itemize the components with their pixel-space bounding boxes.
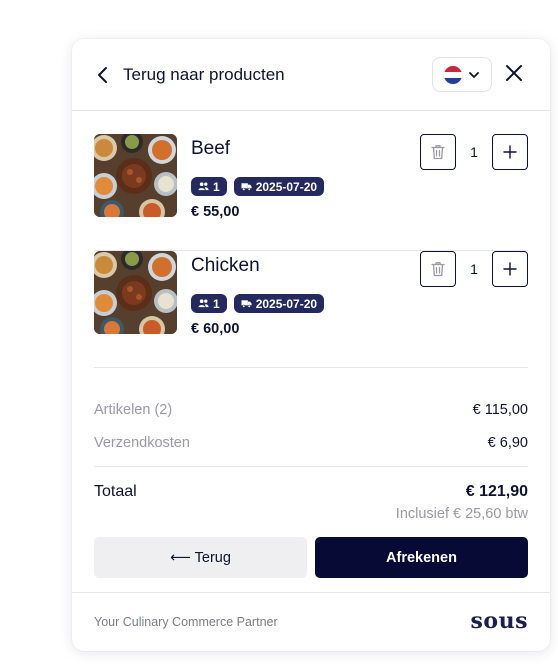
language-select[interactable] [432, 57, 492, 92]
quantity-value: 1 [470, 144, 478, 160]
items-subtotal-label: Artikelen (2) [94, 402, 173, 418]
product-badges: 1 2025-07-20 [191, 177, 325, 196]
people-count: 1 [213, 296, 220, 311]
increase-quantity-button[interactable] [492, 134, 528, 170]
items-subtotal-row: Artikelen (2) € 115,00 [94, 402, 528, 418]
truck-icon [241, 300, 252, 308]
people-icon [198, 182, 209, 191]
checkout-button[interactable]: Afrekenen [315, 537, 528, 578]
cart-footer: Your Culinary Commerce Partner sous [72, 592, 550, 651]
cart-panel: Terug naar producten Beef 1 2025-07-20 €… [72, 39, 550, 651]
delivery-date: 2025-07-20 [255, 296, 318, 311]
back-to-products-label: Terug naar producten [123, 65, 285, 84]
product-price: € 60,00 [191, 321, 240, 337]
people-badge: 1 [191, 177, 227, 196]
plus-icon [503, 262, 517, 276]
product-name: Chicken [191, 255, 260, 276]
summary-divider [94, 466, 528, 467]
quantity-value: 1 [470, 261, 478, 277]
sous-logo: sous [470, 608, 528, 634]
vat-note: Inclusief € 25,60 btw [395, 506, 528, 522]
netherlands-flag-icon [444, 65, 462, 84]
people-count: 1 [213, 179, 220, 194]
shipping-value: € 6,90 [487, 435, 528, 451]
people-badge: 1 [191, 294, 227, 313]
cart-item: Beef 1 2025-07-20 € 55,00 1 [94, 134, 528, 251]
product-image [94, 251, 177, 334]
total-label: Totaal [94, 483, 137, 500]
close-icon [506, 65, 522, 81]
footer-tagline: Your Culinary Commerce Partner [94, 615, 278, 629]
close-button[interactable] [504, 63, 524, 83]
delivery-date-badge: 2025-07-20 [233, 294, 325, 313]
remove-item-button[interactable] [420, 251, 456, 287]
shipping-row: Verzendkosten € 6,90 [94, 435, 528, 451]
chevron-down-icon [468, 69, 480, 81]
truck-icon [241, 183, 252, 191]
people-icon [198, 299, 209, 308]
cart-item: Chicken 1 2025-07-20 € 60,00 1 [94, 251, 528, 368]
product-badges: 1 2025-07-20 [191, 294, 325, 313]
trash-icon [431, 262, 445, 277]
shipping-label: Verzendkosten [94, 435, 190, 451]
plus-icon [503, 145, 517, 159]
remove-item-button[interactable] [420, 134, 456, 170]
trash-icon [431, 145, 445, 160]
total-row: Totaal € 121,90 [94, 483, 528, 501]
quantity-stepper: 1 [420, 134, 528, 170]
product-image [94, 134, 177, 217]
cart-header: Terug naar producten [72, 39, 550, 111]
increase-quantity-button[interactable] [492, 251, 528, 287]
back-button[interactable]: ⟵ Terug [94, 537, 307, 578]
back-to-products-link[interactable]: Terug naar producten [96, 61, 285, 89]
total-value: € 121,90 [465, 483, 528, 500]
quantity-stepper: 1 [420, 251, 528, 287]
chevron-left-icon [98, 67, 107, 83]
product-name: Beef [191, 138, 231, 159]
delivery-date: 2025-07-20 [255, 179, 318, 194]
items-subtotal-value: € 115,00 [472, 402, 528, 418]
delivery-date-badge: 2025-07-20 [233, 177, 325, 196]
product-price: € 55,00 [191, 204, 240, 220]
